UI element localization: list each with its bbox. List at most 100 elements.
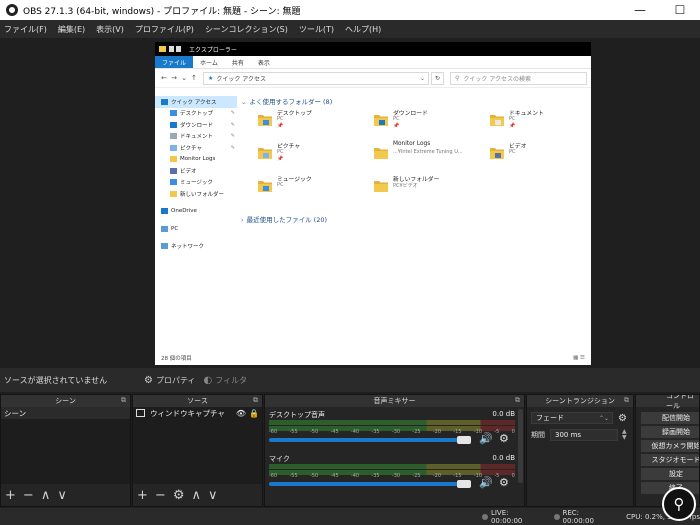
volume-meter	[269, 420, 515, 425]
meter-tick-label: 0	[511, 473, 515, 479]
undock-icon[interactable]: ⧉	[515, 396, 520, 405]
explorer-status-bar: 28 個の項目 ▦ ☰	[155, 351, 591, 365]
desktop-folder-icon	[258, 115, 272, 126]
control-button[interactable]: 配信開始	[641, 412, 699, 424]
meter-tick-label: -60	[269, 429, 278, 435]
new-folder-icon	[176, 46, 181, 52]
maximize-button[interactable]: ☐	[660, 0, 700, 20]
explorer-content: ⌄ よく使用するフォルダー (8) › 最近使用したファイル (20) デスクトップ…	[239, 88, 591, 351]
control-button[interactable]: 設定	[641, 468, 699, 480]
remove-scene-button[interactable]: −	[23, 489, 34, 502]
menu-item[interactable]: プロファイル(P)	[135, 24, 194, 35]
mixer-scrollbar[interactable]	[518, 409, 523, 483]
sources-dock: ソース ⧉ ウィンドウキャプチャ 👁 🔒 + − ⚙ ∧ ∨	[132, 394, 263, 507]
explorer-body: クイック アクセス デスクトップ ✎ ダウンロード ✎ ドキュメント ✎ ピクチャ ✎ Monit…	[155, 88, 591, 351]
volume-slider-handle[interactable]	[457, 436, 471, 444]
chevron-right-icon: ›	[241, 216, 244, 224]
menu-item[interactable]: ヘルプ(H)	[345, 24, 381, 35]
folder-icon	[170, 156, 177, 163]
volume-slider-track[interactable]	[269, 482, 462, 486]
scene-list[interactable]: シーン	[1, 407, 130, 484]
add-scene-button[interactable]: +	[5, 489, 16, 502]
gear-icon[interactable]: ⚙	[499, 476, 509, 489]
menu-item[interactable]: シーンコレクション(S)	[205, 24, 288, 35]
remove-source-button[interactable]: −	[155, 489, 166, 502]
download-folder-icon	[374, 115, 388, 126]
mixer-track: デスクトップ音声 0.0 dB -60 -55 -50 -45 -40 -35 -30 -25 -2…	[269, 410, 519, 450]
gear-icon: ⚙	[144, 374, 153, 386]
undock-icon[interactable]: ⧉	[624, 396, 629, 405]
control-button[interactable]: 録画開始	[641, 426, 699, 438]
undock-icon[interactable]: ⧉	[121, 396, 126, 405]
document-folder-icon	[490, 115, 504, 126]
duration-input[interactable]: 300 ms	[550, 429, 618, 441]
magnifier-icon[interactable]: ⚲	[662, 487, 696, 521]
control-button[interactable]: 仮想カメラ開始	[641, 440, 699, 452]
nav-item-label: ビデオ	[180, 168, 197, 175]
folder-item: Monitor Logs ...¥Intel Extreme Tuning U..…	[371, 141, 483, 171]
music-folder-icon	[258, 181, 272, 192]
control-button[interactable]: スタジオモード	[641, 454, 699, 466]
explorer-title: エクスプローラー	[189, 46, 237, 54]
quick-access-toolbar-icon	[169, 46, 174, 52]
folder-location: PC	[509, 149, 516, 155]
minimize-button[interactable]: —	[620, 0, 660, 20]
refresh-icon: ↻	[431, 71, 444, 85]
filters-label: フィルタ	[215, 375, 248, 385]
meter-tick-label: -50	[309, 429, 319, 435]
transition-gear-icon[interactable]: ⚙	[618, 413, 627, 424]
nav-item: ビデオ	[155, 165, 237, 177]
transition-select[interactable]: フェード ⌃⌄	[531, 412, 613, 424]
lock-icon[interactable]: 🔒	[249, 409, 259, 418]
frequent-folders-title: よく使用するフォルダー (8)	[249, 98, 333, 106]
nav-item: ピクチャ ✎	[155, 142, 237, 154]
add-source-button[interactable]: +	[137, 489, 148, 502]
volume-slider-track[interactable]	[269, 438, 462, 442]
folder-item: 新しいフォルダー PC¥ビデオ	[371, 174, 483, 204]
duration-label: 期間	[531, 431, 545, 439]
frequent-folders-header: ⌄ よく使用するフォルダー (8)	[241, 96, 332, 106]
preview-canvas[interactable]: エクスプローラー ファイル ホーム 共有 表示 ← → ⌄ ↑ ★ クイック アクセス…	[0, 38, 700, 368]
move-source-down-button[interactable]: ∨	[208, 489, 218, 502]
menu-item[interactable]: ツール(T)	[299, 24, 334, 35]
menu-item[interactable]: 表示(V)	[96, 24, 124, 35]
source-properties-gear-icon[interactable]: ⚙	[173, 489, 185, 502]
move-scene-up-button[interactable]: ∧	[41, 489, 51, 502]
properties-button[interactable]: ⚙ プロパティ	[144, 375, 196, 386]
pin-icon: ✎	[230, 144, 235, 151]
video-icon	[170, 167, 177, 174]
duration-spinner-icon[interactable]: ▲ ▼	[622, 429, 627, 441]
live-timer: LIVE: 00:00:00	[490, 508, 523, 525]
scene-list-item[interactable]: シーン	[1, 407, 130, 419]
audio-mixer-title: 音声ミキサー	[373, 397, 416, 405]
undock-icon[interactable]: ⧉	[253, 396, 258, 405]
meter-tick-label: -20	[432, 473, 442, 479]
move-scene-down-button[interactable]: ∨	[57, 489, 67, 502]
speaker-icon[interactable]: 🔊	[479, 476, 493, 489]
nav-item-label: Monitor Logs	[180, 156, 216, 163]
meter-tick-label: -35	[371, 473, 380, 479]
move-source-up-button[interactable]: ∧	[191, 489, 201, 502]
plain-folder-icon	[374, 181, 388, 192]
source-list-item[interactable]: ウィンドウキャプチャ 👁 🔒	[133, 407, 262, 419]
visibility-eye-icon[interactable]: 👁	[236, 409, 246, 418]
explorer-ribbon: ファイル ホーム 共有 表示	[155, 56, 591, 69]
folder-name: Monitor Logs	[393, 141, 431, 147]
volume-slider-handle[interactable]	[457, 480, 471, 488]
sources-toolbar: + − ⚙ ∧ ∨	[133, 484, 262, 506]
nav-item: ネットワーク	[155, 241, 237, 253]
menu-item[interactable]: ファイル(F)	[4, 24, 47, 35]
nav-item: Monitor Logs	[155, 154, 237, 166]
source-list[interactable]: ウィンドウキャプチャ 👁 🔒	[133, 407, 262, 484]
duration-value: 300 ms	[555, 431, 582, 439]
meter-tick-label: -20	[432, 429, 442, 435]
pin-icon: 📌	[509, 123, 516, 129]
filters-button[interactable]: ◐ フィルタ	[204, 375, 248, 386]
explorer-ribbon-tab: 表示	[257, 59, 270, 67]
menu-item[interactable]: 編集(E)	[58, 24, 85, 35]
meter-tick-label: -55	[289, 473, 298, 479]
gear-icon[interactable]: ⚙	[499, 432, 509, 445]
nav-item: 新しいフォルダー	[155, 188, 237, 200]
folder-location: ...¥Intel Extreme Tuning U...	[393, 149, 463, 155]
speaker-icon[interactable]: 🔊	[479, 432, 493, 445]
